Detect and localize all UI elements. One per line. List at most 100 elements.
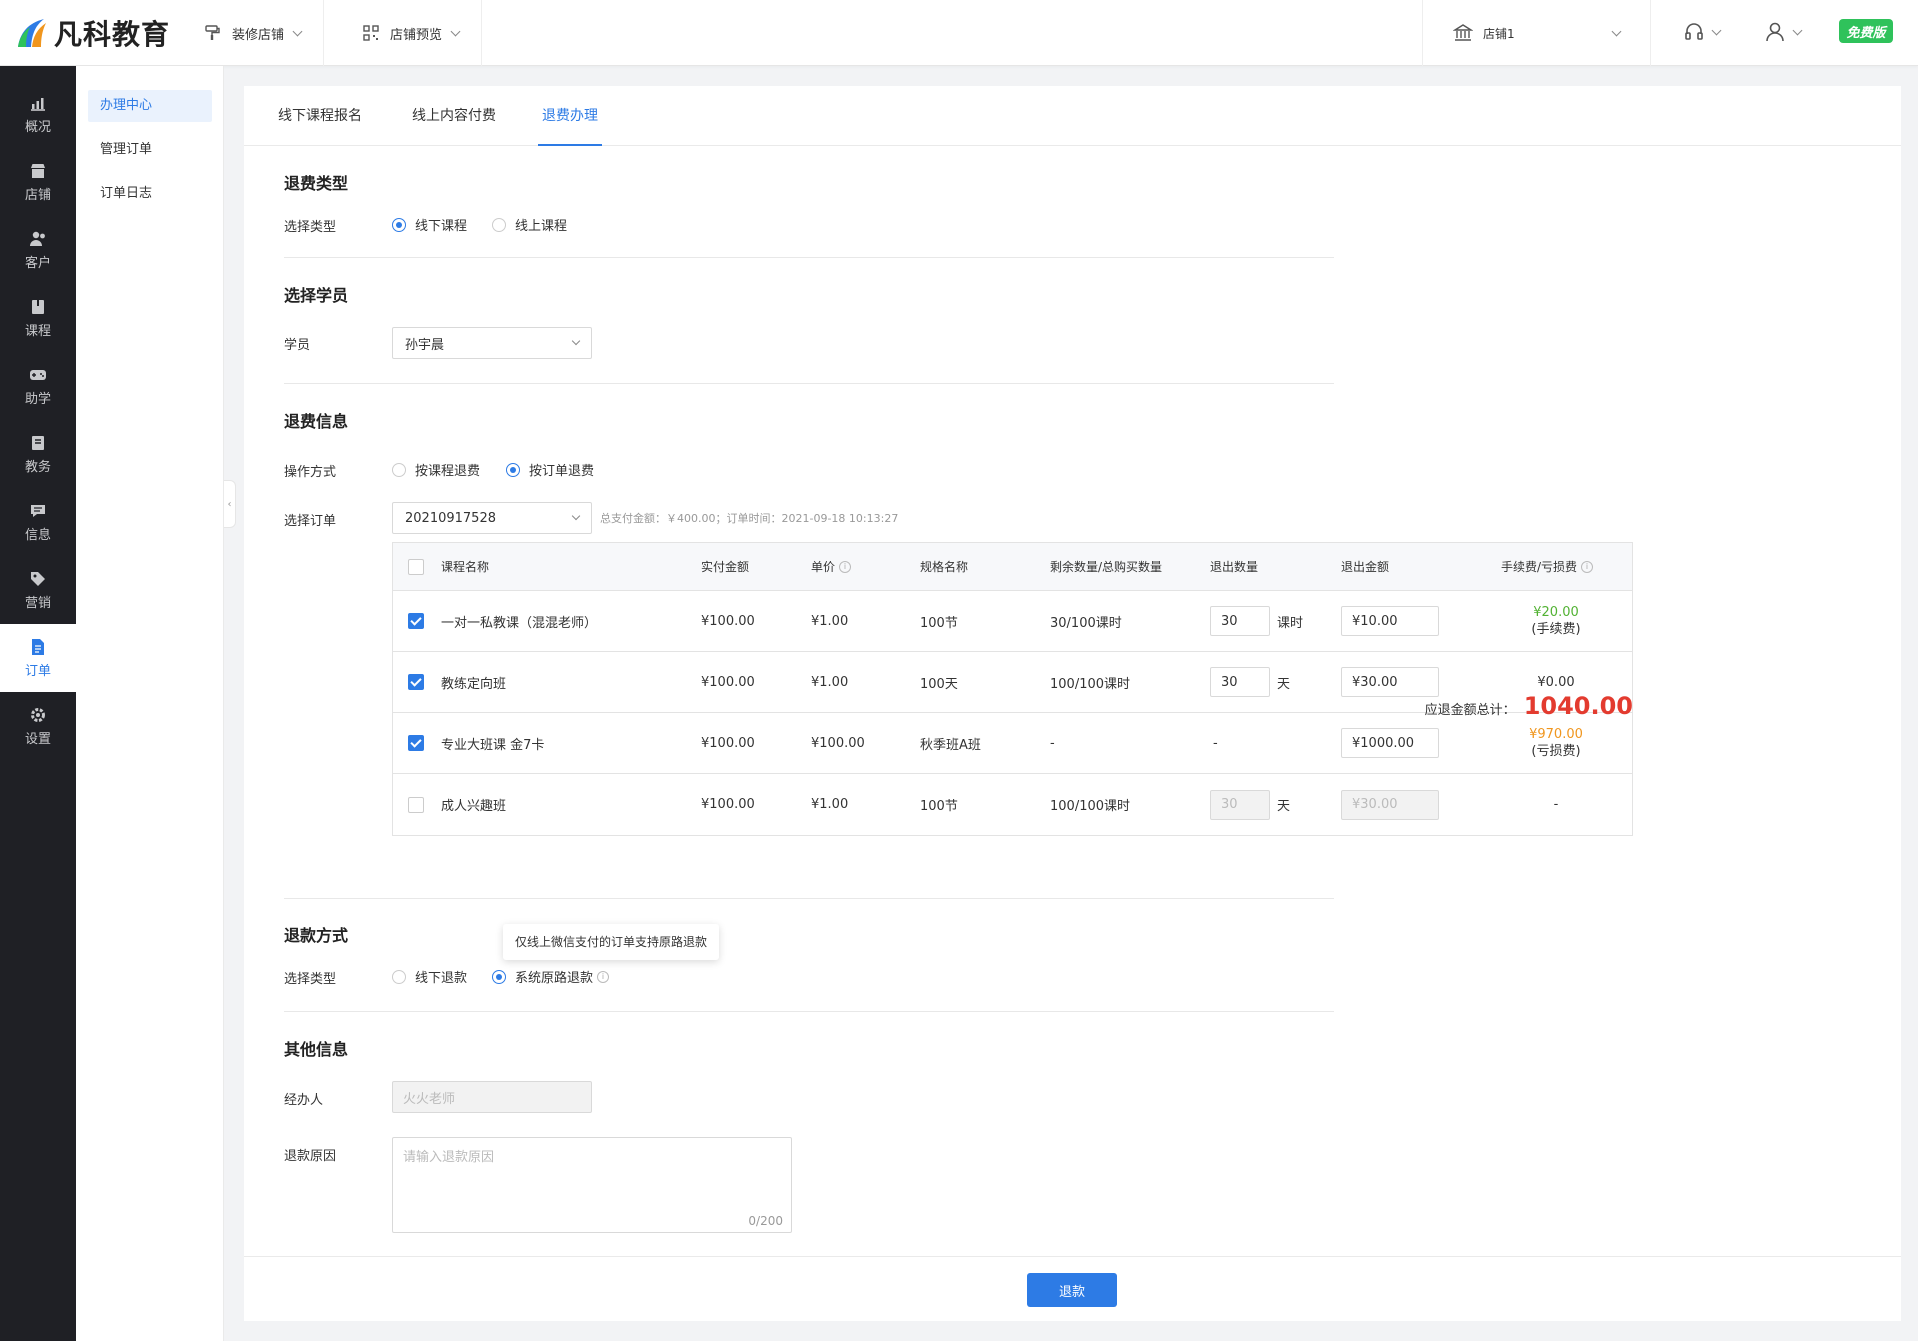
tab-refund[interactable]: 退费办理 (538, 86, 602, 146)
fee-note: (手续费) (1531, 622, 1581, 637)
bank-icon (1453, 24, 1473, 41)
spec-name: 100节 (920, 799, 958, 814)
chart-icon (31, 97, 45, 111)
row-checkbox-cell[interactable] (408, 713, 424, 773)
user-menu[interactable] (1764, 21, 1803, 43)
col-header-qty: 退出数量 (1210, 560, 1259, 574)
brand-name: 凡科教育 (54, 18, 171, 51)
refund-amount-input[interactable]: ¥10.00 (1341, 606, 1439, 636)
nav-item-store[interactable]: 店铺 (0, 148, 76, 216)
col-header-course: 课程名称 (441, 560, 490, 574)
nav-label: 信息 (24, 527, 51, 543)
nav-item-academic[interactable]: 教务 (0, 420, 76, 488)
radio-dot (492, 969, 506, 984)
handler-field[interactable]: 火火老师 (392, 1081, 592, 1113)
order-select[interactable]: 20210917528 (392, 502, 592, 534)
radio-refund-by-course[interactable]: 按课程退费 (392, 460, 480, 479)
decorate-store-button[interactable]: 装修店铺 (182, 0, 325, 66)
nav-label: 课程 (24, 323, 51, 339)
collapse-sidebar-handle[interactable]: ‹ (224, 480, 236, 528)
nav-item-settings[interactable]: 设置 (0, 692, 76, 760)
divider (284, 1011, 1334, 1012)
row-checkbox[interactable] (408, 613, 424, 629)
radio-refund-by-order[interactable]: 按订单退费 (506, 460, 594, 479)
remain-qty: - (1050, 735, 1055, 751)
tab-online-payment[interactable]: 线上内容付费 (408, 86, 500, 146)
nav-item-orders[interactable]: 订单 (0, 624, 76, 692)
chevron-down-icon (571, 336, 581, 346)
support-menu[interactable] (1683, 21, 1722, 43)
chevron-down-icon (292, 26, 303, 36)
section-title-student: 选择学员 (284, 286, 349, 305)
info-icon[interactable]: i (597, 970, 610, 983)
store-selector[interactable]: 店铺1 (1422, 0, 1651, 66)
refund-tooltip: 仅线上微信支付的订单支持原路退款 (503, 924, 720, 960)
tab-offline-enroll[interactable]: 线下课程报名 (274, 86, 366, 146)
radio-label: 系统原路退款 (515, 971, 594, 986)
nav-item-messages[interactable]: 信息 (0, 488, 76, 556)
radio-offline-refund[interactable]: 线下退款 (392, 967, 467, 986)
refund-reason-textarea[interactable]: 请输入退款原因 0/200 (392, 1137, 792, 1233)
left-nav: 概况 店铺 客户 课程 助学 教务 信息 营销 订单 设置 (0, 66, 76, 1341)
paid-amount: ¥100.00 (701, 613, 755, 629)
radio-system-refund[interactable]: 系统原路退款 i (492, 967, 610, 986)
radio-offline-course[interactable]: 线下课程 (392, 215, 467, 234)
chevron-left-icon: ‹ (227, 498, 232, 510)
qty-unit: 课时 (1277, 615, 1304, 631)
subnav-item-order-log[interactable]: 订单日志 (88, 178, 212, 210)
row-checkbox-cell[interactable] (408, 774, 424, 835)
row-checkbox[interactable] (408, 796, 424, 813)
refund-amount-input[interactable]: ¥1000.00 (1341, 728, 1439, 758)
select-all-checkbox-cell[interactable] (408, 543, 424, 590)
unit-price: ¥1.00 (811, 797, 849, 812)
nav-item-marketing[interactable]: 营销 (0, 556, 76, 624)
refund-amount-input[interactable]: ¥30.00 (1341, 789, 1439, 820)
refund-amount-cell: ¥1000.00 (1341, 713, 1439, 773)
remain-qty: 30/100课时 (1050, 615, 1122, 631)
store-preview-label: 店铺预览 (390, 27, 443, 43)
subnav-item-manage-orders[interactable]: 管理订单 (88, 134, 212, 166)
select-order-label: 选择订单 (284, 514, 337, 529)
nav-label: 设置 (24, 731, 51, 747)
user-icon (1766, 22, 1784, 42)
bottom-action-bar: 退款 (244, 1256, 1901, 1321)
row-checkbox[interactable] (408, 674, 424, 690)
fee-cell: - (1501, 774, 1611, 835)
chevron-down-icon (1611, 26, 1622, 36)
col-header-price: 单价 i (811, 543, 852, 590)
nav-item-courses[interactable]: 课程 (0, 284, 76, 352)
course-name: 成人兴趣班 (441, 799, 507, 814)
row-checkbox-cell[interactable] (408, 652, 424, 712)
refund-qty-cell: 30 天 (1210, 652, 1290, 712)
brand-logo[interactable]: 凡科教育 (14, 10, 170, 56)
nav-item-study-aid[interactable]: 助学 (0, 352, 76, 420)
store-preview-button[interactable]: 店铺预览 (340, 0, 483, 66)
row-checkbox[interactable] (408, 735, 424, 751)
student-select[interactable]: 孙宇晨 (392, 327, 592, 359)
subnav-item-center[interactable]: 办理中心 (88, 90, 212, 122)
refund-total-value: 1040.00 (1523, 692, 1633, 720)
fee-value: - (1553, 797, 1559, 812)
table-header-row: 课程名称 实付金额 单价 i 规格名称 剩余数量/总购买数量 退出数量 退出金额 … (393, 543, 1632, 591)
row-checkbox-cell[interactable] (408, 591, 424, 651)
select-all-checkbox[interactable] (408, 558, 424, 575)
refund-qty-input[interactable]: 30 (1210, 606, 1270, 636)
refund-qty-input[interactable]: 30 (1210, 667, 1270, 697)
spec-name: 100节 (920, 615, 958, 631)
nav-item-customers[interactable]: 客户 (0, 216, 76, 284)
free-version-badge[interactable]: 免费版 (1839, 19, 1893, 43)
refund-amount-cell: ¥10.00 (1341, 591, 1439, 651)
refund-submit-button[interactable]: 退款 (1027, 1273, 1117, 1307)
unit-price: ¥100.00 (811, 735, 865, 751)
radio-online-course[interactable]: 线上课程 (492, 215, 567, 234)
nav-item-overview[interactable]: 概况 (0, 80, 76, 148)
col-header-fee: 手续费/亏损费 i (1501, 543, 1594, 590)
store-icon (31, 163, 45, 178)
refund-qty-input[interactable]: 30 (1210, 789, 1270, 820)
info-icon[interactable]: i (1581, 560, 1594, 573)
top-bar: 凡科教育 装修店铺 店铺预览 店铺1 免费版 (0, 0, 1918, 66)
order-meta: 总支付金额：￥400.00；订单时间：2021-09-18 10:13:27 (600, 512, 899, 525)
info-icon[interactable]: i (839, 560, 852, 573)
nav-label: 助学 (24, 391, 51, 407)
fee-cell: ¥970.00 (亏损费) (1501, 713, 1611, 773)
